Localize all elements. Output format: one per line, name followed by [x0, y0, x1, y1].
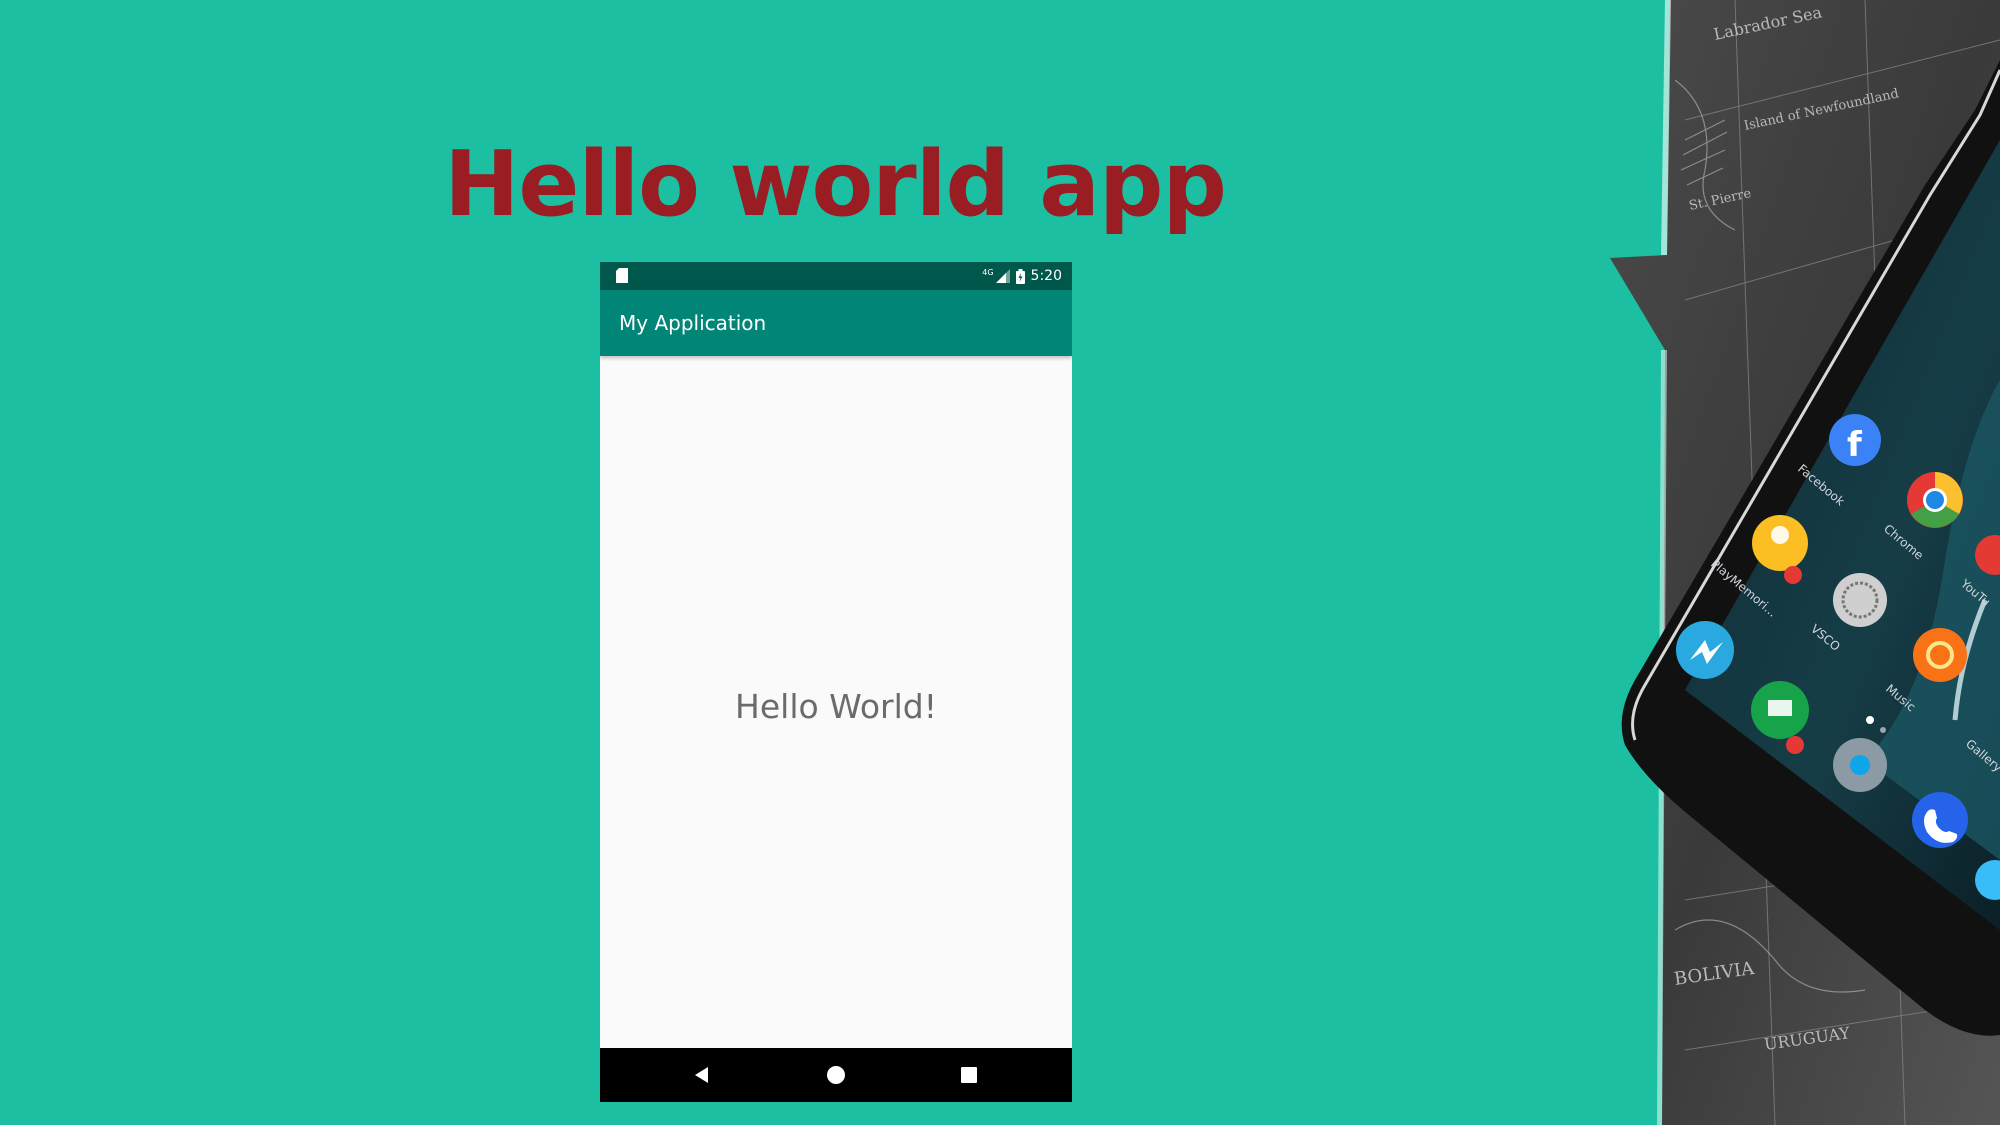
status-bar: 4G 5:20 [600, 262, 1072, 290]
decorative-phone-photo: Labrador Sea Island of Newfoundland St. … [1565, 0, 2000, 1125]
status-indicators: 4G 5:20 [982, 262, 1062, 290]
app-toolbar: My Application [600, 290, 1072, 356]
back-icon[interactable] [691, 1063, 715, 1087]
music-app-icon [1913, 628, 1967, 682]
android-emulator-screen: 4G 5:20 My Application Hello World! [600, 262, 1072, 1102]
signal-icon [995, 269, 1010, 283]
main-content: Hello World! [600, 356, 1072, 1050]
home-icon[interactable] [824, 1063, 848, 1087]
svg-text:f: f [1847, 425, 1863, 465]
status-time: 5:20 [1030, 268, 1062, 284]
navigation-bar [600, 1048, 1072, 1102]
recents-icon[interactable] [957, 1063, 981, 1087]
battery-charging-icon [1015, 268, 1025, 284]
phone-on-map-illustration: Labrador Sea Island of Newfoundland St. … [1610, 0, 2000, 1125]
network-type-label: 4G [982, 268, 994, 277]
slide-title: Hello world app [444, 132, 1227, 237]
sd-card-icon [616, 268, 628, 283]
hello-world-text: Hello World! [735, 686, 937, 726]
app-title: My Application [619, 311, 767, 335]
vsco-app-icon [1833, 573, 1887, 627]
